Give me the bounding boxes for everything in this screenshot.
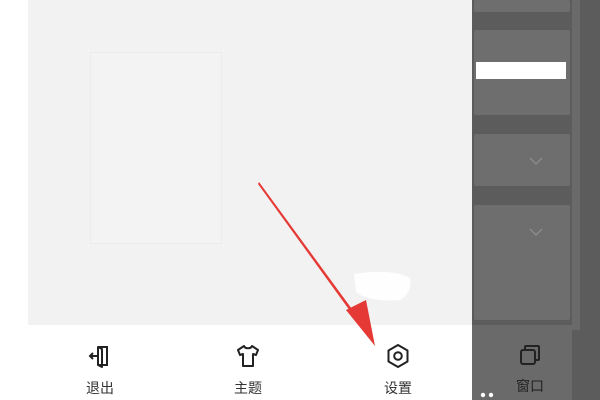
exit-label: 退出 [86, 381, 114, 397]
panel-card [474, 0, 570, 12]
shirt-icon [237, 345, 259, 367]
dimmed-side-panel: 窗口 [472, 0, 600, 400]
theme-button[interactable]: 主题 [208, 325, 288, 400]
theme-label: 主题 [234, 381, 262, 397]
glare-mark [354, 271, 411, 301]
page-indicator-dots [480, 392, 494, 398]
content-area [90, 52, 222, 244]
chevron-down-icon [529, 228, 543, 237]
panel-dropdown[interactable] [474, 134, 570, 186]
gear-icon [387, 344, 409, 368]
left-margin [0, 0, 28, 400]
panel-scroll-strip [572, 0, 580, 330]
bottom-toolbar: 退出 主题 设置 [28, 325, 472, 400]
settings-button[interactable]: 设置 [358, 325, 438, 400]
panel-bottom-bar: 窗口 [472, 325, 572, 400]
panel-dropdown[interactable] [474, 205, 570, 320]
window-button[interactable]: 窗口 [502, 325, 558, 400]
window-label: 窗口 [516, 379, 544, 395]
settings-label: 设置 [384, 381, 412, 397]
chevron-down-icon [529, 157, 543, 166]
window-icon [520, 345, 540, 365]
exit-icon [88, 346, 108, 368]
exit-button[interactable]: 退出 [60, 325, 140, 400]
panel-highlight-bar [476, 62, 566, 79]
